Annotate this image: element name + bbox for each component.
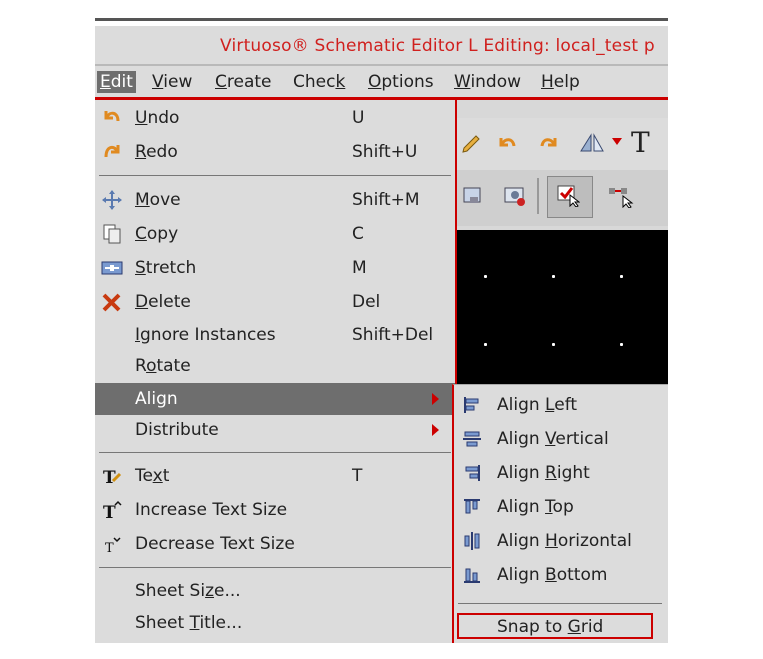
toolbar-text-partial: T	[631, 126, 650, 159]
redo-icon[interactable]	[537, 132, 561, 156]
select-checkbox-icon	[557, 185, 580, 207]
menu-item-copy[interactable]: Copy C	[95, 218, 455, 250]
menu-window[interactable]: Window	[451, 71, 524, 93]
shortcut-label: M	[352, 258, 367, 278]
menu-item-text[interactable]: T Text T	[95, 460, 455, 492]
menu-options[interactable]: Options	[365, 71, 437, 93]
edit-menu: Undo U Redo Shift+U Move Shift+M Copy C …	[95, 100, 457, 643]
stretch-icon	[101, 261, 123, 275]
submenu-item-snap-to-grid[interactable]: Snap to Grid	[457, 613, 653, 639]
align-submenu: Align Left Align Vertical Align Right Al…	[452, 384, 668, 643]
shortcut-label: C	[352, 224, 364, 244]
menu-separator	[99, 452, 451, 453]
align-top-icon	[464, 499, 480, 514]
menu-separator	[458, 603, 662, 604]
menu-check[interactable]: Check	[290, 71, 348, 93]
menu-item-redo[interactable]: Redo Shift+U	[95, 136, 455, 168]
save-icon[interactable]	[461, 184, 485, 208]
menu-item-undo[interactable]: Undo U	[95, 102, 455, 134]
submenu-item-align-right[interactable]: Align Right	[454, 456, 668, 490]
increase-text-size-icon: T	[103, 500, 122, 521]
menu-edit[interactable]: Edit	[97, 71, 136, 93]
undo-icon	[104, 111, 120, 122]
select-mode-button[interactable]	[547, 176, 593, 218]
align-left-icon	[464, 397, 479, 413]
menu-item-stretch[interactable]: Stretch M	[95, 252, 455, 284]
svg-text:T: T	[105, 541, 114, 555]
menu-item-align[interactable]: Align	[95, 383, 455, 415]
menu-help[interactable]: Help	[538, 71, 583, 93]
submenu-arrow-icon	[432, 424, 439, 436]
menu-item-sheet-title[interactable]: Sheet Title...	[95, 607, 455, 639]
svg-text:T: T	[103, 503, 116, 521]
mirror-icon[interactable]	[577, 131, 607, 155]
menu-item-move[interactable]: Move Shift+M	[95, 184, 455, 216]
align-horizontal-icon	[464, 532, 480, 550]
menu-item-distribute[interactable]: Distribute	[95, 414, 455, 446]
stretch-select-icon[interactable]	[607, 184, 637, 208]
app-window: Virtuoso® Schematic Editor L Editing: lo…	[95, 18, 668, 643]
copy-icon	[103, 224, 121, 244]
shortcut-label: Shift+Del	[352, 325, 434, 345]
window-title: Virtuoso® Schematic Editor L Editing: lo…	[220, 36, 655, 56]
submenu-arrow-icon	[432, 393, 439, 405]
menu-separator	[99, 567, 451, 568]
menu-item-rotate[interactable]: Rotate	[95, 350, 455, 382]
schematic-canvas[interactable]	[457, 230, 668, 398]
decrease-text-size-icon: T	[105, 537, 121, 555]
menu-create[interactable]: Create	[212, 71, 275, 93]
menu-item-increase-text-size[interactable]: T Increase Text Size	[95, 494, 455, 526]
shortcut-label: U	[352, 108, 365, 128]
dropdown-arrow-icon[interactable]	[612, 138, 622, 145]
redo-icon	[104, 145, 120, 158]
align-right-icon	[465, 465, 480, 481]
align-bottom-icon	[464, 568, 480, 583]
title-bar: Virtuoso® Schematic Editor L Editing: lo…	[95, 26, 668, 66]
menu-item-decrease-text-size[interactable]: T Decrease Text Size	[95, 528, 455, 560]
svg-text:T: T	[103, 468, 116, 487]
submenu-item-align-left[interactable]: Align Left	[454, 388, 668, 422]
secondary-toolbar	[457, 170, 668, 226]
shortcut-label: Shift+U	[352, 142, 418, 162]
submenu-item-align-vertical[interactable]: Align Vertical	[454, 422, 668, 456]
undo-icon[interactable]	[495, 132, 519, 156]
menu-item-delete[interactable]: Delete Del	[95, 286, 455, 318]
submenu-item-align-top[interactable]: Align Top	[454, 490, 668, 524]
view-icon[interactable]	[503, 184, 527, 208]
menu-bar: Edit View Create Check Options Window He…	[95, 66, 668, 100]
menu-item-sheet-size[interactable]: Sheet Size...	[95, 575, 455, 607]
menu-view[interactable]: View	[149, 71, 195, 93]
pencil-icon[interactable]	[459, 132, 483, 156]
shortcut-label: T	[352, 466, 363, 486]
main-toolbar: T	[457, 118, 668, 170]
menu-item-ignore-instances[interactable]: Ignore Instances Shift+Del	[95, 319, 455, 351]
menu-separator	[99, 175, 451, 176]
shortcut-label: Shift+M	[352, 190, 420, 210]
align-vertical-icon	[463, 431, 481, 447]
submenu-item-align-horizontal[interactable]: Align Horizontal	[454, 524, 668, 558]
move-icon	[102, 190, 122, 210]
delete-icon	[102, 293, 121, 312]
shortcut-label: Del	[352, 292, 381, 312]
text-icon: T	[103, 468, 122, 487]
submenu-item-align-bottom[interactable]: Align Bottom	[454, 558, 668, 592]
